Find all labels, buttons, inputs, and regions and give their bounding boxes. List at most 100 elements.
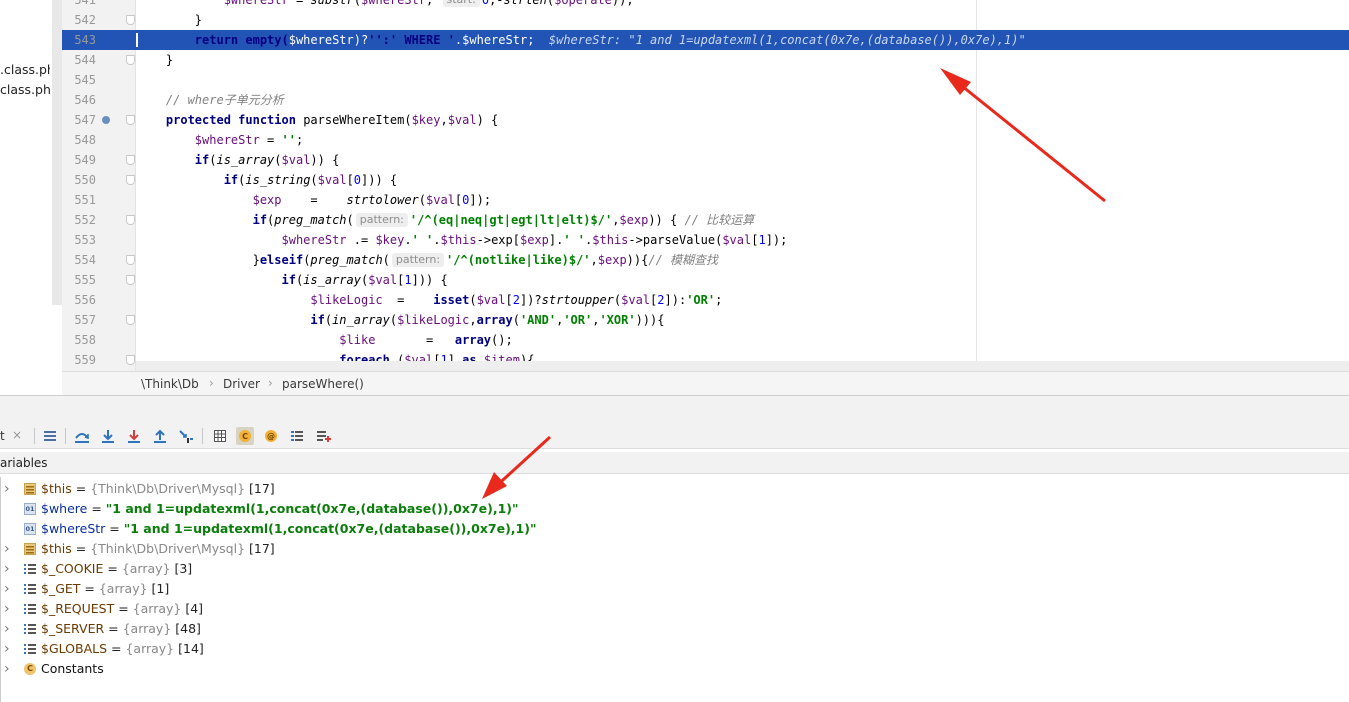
fold-marker-icon[interactable] [126,355,135,365]
variable-row[interactable]: › $_GET = {array} [1] [0,579,1349,599]
force-step-into-icon[interactable] [125,427,143,445]
step-out-icon[interactable] [151,427,169,445]
debug-tab-label[interactable]: t [0,429,5,443]
variable-row[interactable]: 01 $where = "1 and 1=updatexml(1,concat(0… [0,499,1349,519]
fold-marker-icon[interactable] [126,275,135,285]
code-editor[interactable]: 541 $whereStr = substr($whereStr, start:… [62,0,1349,371]
line-number[interactable]: 551 [62,190,96,210]
chevron-right-icon[interactable]: › [4,559,10,579]
variable-row[interactable]: › $_COOKIE = {array} [3] [0,559,1349,579]
code-line[interactable]: 542 } [62,10,1349,30]
line-number[interactable]: 552 [62,210,96,230]
code-line[interactable]: 558 $like = array(); [62,330,1349,350]
panel-divider [0,477,1,702]
line-number[interactable]: 555 [62,270,96,290]
fold-marker-icon[interactable] [126,315,135,325]
fold-marker-icon[interactable] [126,215,135,225]
code-line[interactable]: 541 $whereStr = substr($whereStr, start:… [62,0,1349,10]
chevron-right-icon[interactable]: › [4,619,10,639]
code-line[interactable]: 551 $exp = strtolower($val[0]); [62,190,1349,210]
variable-row[interactable]: › $_SERVER = {array} [48] [0,619,1349,639]
variable-row[interactable]: › $this = {Think\Db\Driver\Mysql} [17] [0,479,1349,499]
code-line[interactable]: 546 // where子单元分析 [62,90,1349,110]
step-into-icon[interactable] [99,427,117,445]
frames-icon[interactable] [41,427,59,445]
code-token: elseif [259,253,304,267]
editor-horizontal-scrollbar[interactable] [136,361,1349,371]
breadcrumb-item-namespace[interactable]: \Think\Db [141,377,199,391]
chevron-right-icon[interactable]: › [4,659,10,679]
code-line[interactable]: 544 } [62,50,1349,70]
fold-marker-icon[interactable] [126,15,135,25]
project-file-item[interactable]: .class.ph [0,62,50,77]
code-line[interactable]: 545 [62,70,1349,90]
line-number[interactable]: 548 [62,130,96,150]
close-icon[interactable]: × [12,428,22,442]
code-line[interactable]: 554 }elseif(preg_match(pattern: '/^(notli… [62,250,1349,270]
fold-marker-icon[interactable] [126,55,135,65]
variable-text: $_SERVER = {array} [48] [41,619,201,639]
line-number[interactable]: 556 [62,290,96,310]
override-marker-icon[interactable] [102,116,110,124]
watch-icon[interactable]: @ [262,427,280,445]
code-line[interactable]: 553 $whereStr .= $key.' '.$this->exp[$ex… [62,230,1349,250]
line-number[interactable]: 559 [62,350,96,370]
variables-tree[interactable]: › $this = {Think\Db\Driver\Mysql} [17] 01 $… [0,477,1349,702]
class-icon[interactable]: C [236,427,254,445]
line-number[interactable]: 545 [62,70,96,90]
code-line[interactable]: 557 if(in_array($likeLogic,array('AND','… [62,310,1349,330]
evaluate-icon[interactable] [211,427,229,445]
line-number[interactable]: 542 [62,10,96,30]
line-number[interactable]: 550 [62,170,96,190]
code-token: $val [476,293,506,307]
line-number[interactable]: 546 [62,90,96,110]
run-to-cursor-icon[interactable] [177,427,195,445]
code-line-current[interactable]: 543 return empty($whereStr)?'':' WHERE '… [62,30,1349,50]
chevron-right-icon[interactable]: › [4,539,10,559]
fold-marker-icon[interactable] [126,155,135,165]
line-number[interactable]: 557 [62,310,96,330]
code-line[interactable]: 556 $likeLogic = isset($val[2])?strtoupp… [62,290,1349,310]
line-number[interactable]: 554 [62,250,96,270]
variable-row[interactable]: › $this = {Think\Db\Driver\Mysql} [17] [0,539,1349,559]
line-number[interactable]: 547 [62,110,96,130]
chevron-right-icon[interactable]: › [4,599,10,619]
project-scrollbar[interactable] [52,0,62,305]
project-file-item[interactable]: class.php [0,82,50,97]
chevron-right-icon[interactable]: › [4,579,10,599]
line-number[interactable]: 544 [62,50,96,70]
breadcrumb-item-method[interactable]: parseWhere() [282,377,364,391]
chevron-right-icon[interactable]: › [4,639,10,659]
list-icon[interactable] [288,427,306,445]
variable-row[interactable]: 01 $whereStr = "1 and 1=updatexml(1,conca… [0,519,1349,539]
code-line[interactable]: 549 if(is_array($val)) { [62,150,1349,170]
code-line[interactable]: 547 protected function parseWhereItem($k… [62,110,1349,130]
line-number[interactable]: 541 [62,0,96,10]
code-line[interactable]: 548 $whereStr = ''; [62,130,1349,150]
breadcrumb-item-class[interactable]: Driver [223,377,260,391]
code-token: $exp [597,253,627,267]
variable-row[interactable]: › $_REQUEST = {array} [4] [0,599,1349,619]
variable-equals: = [80,581,99,596]
code-line[interactable]: 550 if(is_string($val[0])) { [62,170,1349,190]
code-line[interactable]: 552 if(preg_match(pattern: '/^(eq|neq|gt|… [62,210,1349,230]
fold-marker-icon[interactable] [126,255,135,265]
variable-row[interactable]: › C Constants [0,659,1349,679]
code-token: } [137,13,203,27]
code-line[interactable]: 555 if(is_array($val[1])) { [62,270,1349,290]
line-number[interactable]: 553 [62,230,96,250]
variable-count: [3] [170,561,193,576]
line-number[interactable]: 543 [62,30,96,50]
fold-marker-icon[interactable] [126,115,135,125]
line-number[interactable]: 549 [62,150,96,170]
chevron-right-icon[interactable]: › [4,479,10,499]
code-token: ])) { [361,173,398,187]
add-watch-icon[interactable] [315,427,333,445]
step-over-icon[interactable] [73,427,91,445]
variable-row[interactable]: › $GLOBALS = {array} [14] [0,639,1349,659]
fold-marker-icon[interactable] [126,175,135,185]
line-number[interactable]: 558 [62,330,96,350]
code-token: ) { [476,113,499,127]
code-token: // where子单元分析 [137,93,284,107]
